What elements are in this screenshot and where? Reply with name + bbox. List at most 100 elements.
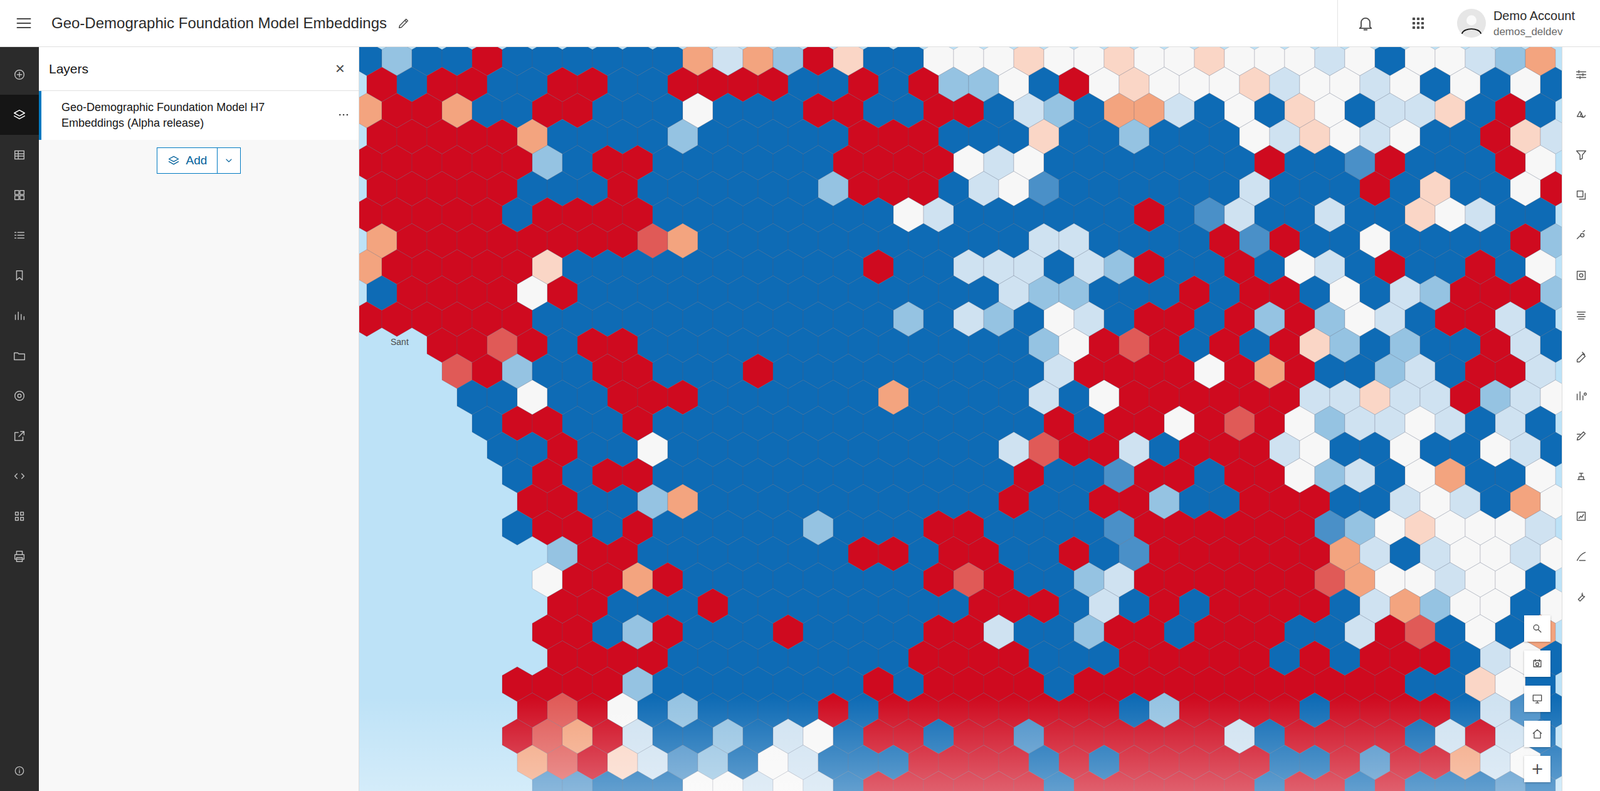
account-menu[interactable]: Demo Accountdemos_deldev — [1457, 8, 1600, 39]
hex-cell[interactable] — [1374, 770, 1406, 791]
tool-icon — [1574, 228, 1589, 243]
toolbar-button[interactable] — [0, 536, 39, 577]
hex-cell[interactable] — [1224, 770, 1255, 791]
hex-cell[interactable] — [1405, 770, 1436, 791]
close-button[interactable]: × — [331, 56, 349, 81]
add-layer-button[interactable]: Add — [156, 147, 242, 174]
map-view[interactable]: Sant + — [359, 47, 1562, 791]
hex-cell[interactable] — [622, 770, 653, 791]
menu-button[interactable] — [10, 9, 38, 37]
panel-header: Layers × — [38, 47, 359, 91]
info-button[interactable] — [0, 750, 39, 791]
search-icon — [1531, 621, 1544, 635]
hex-cell[interactable] — [502, 510, 533, 546]
tool-icon — [1574, 388, 1589, 403]
hex-cell[interactable] — [359, 301, 382, 337]
toolbar-button[interactable] — [0, 94, 39, 135]
toolbar-button[interactable] — [0, 174, 39, 216]
edit-title-button[interactable] — [391, 13, 416, 33]
screenshot-icon — [1531, 657, 1544, 670]
hex-cell[interactable] — [863, 770, 894, 791]
hex-cell[interactable] — [682, 770, 713, 791]
add-label: Add — [186, 153, 208, 168]
settings-tool-button[interactable] — [1562, 174, 1600, 216]
display-button[interactable] — [1524, 685, 1551, 712]
tool-icon — [1574, 107, 1589, 122]
tool-icon — [1574, 549, 1589, 564]
workspace: Layers × Geo-Demographic Foundation Model … — [0, 47, 1600, 791]
hex-cell[interactable] — [1104, 770, 1135, 791]
hex-cell[interactable] — [1194, 770, 1225, 791]
hex-cell[interactable] — [1164, 770, 1195, 791]
settings-tool-button[interactable] — [1562, 215, 1600, 256]
settings-tool-button[interactable] — [1562, 375, 1600, 416]
toolbar-button[interactable] — [0, 495, 39, 537]
hamburger-icon — [15, 14, 33, 32]
tool-icon — [12, 268, 27, 283]
place-label: Sant — [390, 336, 409, 347]
tool-icon — [12, 107, 27, 122]
hex-cell[interactable] — [923, 770, 954, 791]
layer-options-button[interactable] — [334, 105, 353, 126]
monitor-icon — [1531, 692, 1544, 705]
toolbar-button[interactable] — [0, 255, 39, 296]
hex-cell[interactable] — [953, 770, 984, 791]
settings-tool-button[interactable] — [1562, 255, 1600, 296]
hex-cell[interactable] — [1013, 770, 1044, 791]
hex-cell[interactable] — [1284, 770, 1315, 791]
toolbar-button[interactable] — [0, 215, 39, 256]
hex-cell[interactable] — [562, 770, 593, 791]
hex-cell[interactable] — [1465, 770, 1496, 791]
tool-icon — [1574, 268, 1589, 283]
hex-cell[interactable] — [1134, 770, 1165, 791]
notifications-button[interactable] — [1351, 9, 1380, 37]
hex-cell[interactable] — [1435, 770, 1466, 791]
layer-item[interactable]: Geo-Demographic Foundation Model H7 Embe… — [38, 90, 359, 140]
settings-tool-button[interactable] — [1562, 415, 1600, 456]
hex-cell[interactable] — [712, 770, 743, 791]
zoom-in-button[interactable]: + — [1524, 755, 1551, 782]
hex-cell[interactable] — [532, 770, 563, 791]
settings-tool-button[interactable] — [1562, 576, 1600, 617]
toolbar-button[interactable] — [0, 415, 39, 456]
toolbar-button[interactable] — [0, 54, 39, 95]
hex-cell[interactable] — [1043, 770, 1074, 791]
settings-tool-button[interactable] — [1562, 94, 1600, 135]
tool-icon — [1574, 428, 1589, 443]
search-button[interactable] — [1524, 615, 1551, 642]
settings-tool-button[interactable] — [1562, 455, 1600, 496]
hex-cell[interactable] — [1254, 770, 1285, 791]
hex-cell[interactable] — [893, 770, 924, 791]
map-viewer: Geo-Demographic Foundation Model Embeddi… — [0, 0, 1600, 791]
toolbar-button[interactable] — [0, 455, 39, 496]
tool-icon — [12, 388, 27, 403]
settings-tool-button[interactable] — [1562, 536, 1600, 577]
toolbar-button[interactable] — [0, 375, 39, 416]
home-button[interactable] — [1524, 720, 1551, 747]
settings-tool-button[interactable] — [1562, 134, 1600, 175]
hex-cell[interactable] — [1495, 770, 1526, 791]
hex-cell[interactable] — [381, 301, 412, 337]
hex-cell[interactable] — [773, 770, 804, 791]
hex-cell[interactable] — [652, 770, 683, 791]
hex-cell[interactable] — [1073, 770, 1105, 791]
hex-cell[interactable] — [833, 770, 864, 791]
hex-cell[interactable] — [742, 770, 774, 791]
tool-icon — [1574, 468, 1589, 483]
screenshot-button[interactable] — [1524, 650, 1551, 677]
settings-tool-button[interactable] — [1562, 335, 1600, 376]
hex-cell[interactable] — [983, 770, 1014, 791]
settings-tool-button[interactable] — [1562, 54, 1600, 95]
toolbar-button[interactable] — [0, 295, 39, 336]
settings-tool-button[interactable] — [1562, 495, 1600, 537]
app-launcher-button[interactable] — [1404, 9, 1432, 37]
add-dropdown-button[interactable] — [217, 147, 241, 174]
toolbar-button[interactable] — [0, 134, 39, 175]
toolbar-button[interactable] — [0, 335, 39, 376]
panel-title: Layers — [48, 61, 89, 77]
hex-cell[interactable] — [1344, 770, 1375, 791]
settings-tool-button[interactable] — [1562, 295, 1600, 336]
hex-cell[interactable] — [803, 770, 834, 791]
hex-cell[interactable] — [592, 770, 623, 791]
hex-cell[interactable] — [1314, 770, 1345, 791]
